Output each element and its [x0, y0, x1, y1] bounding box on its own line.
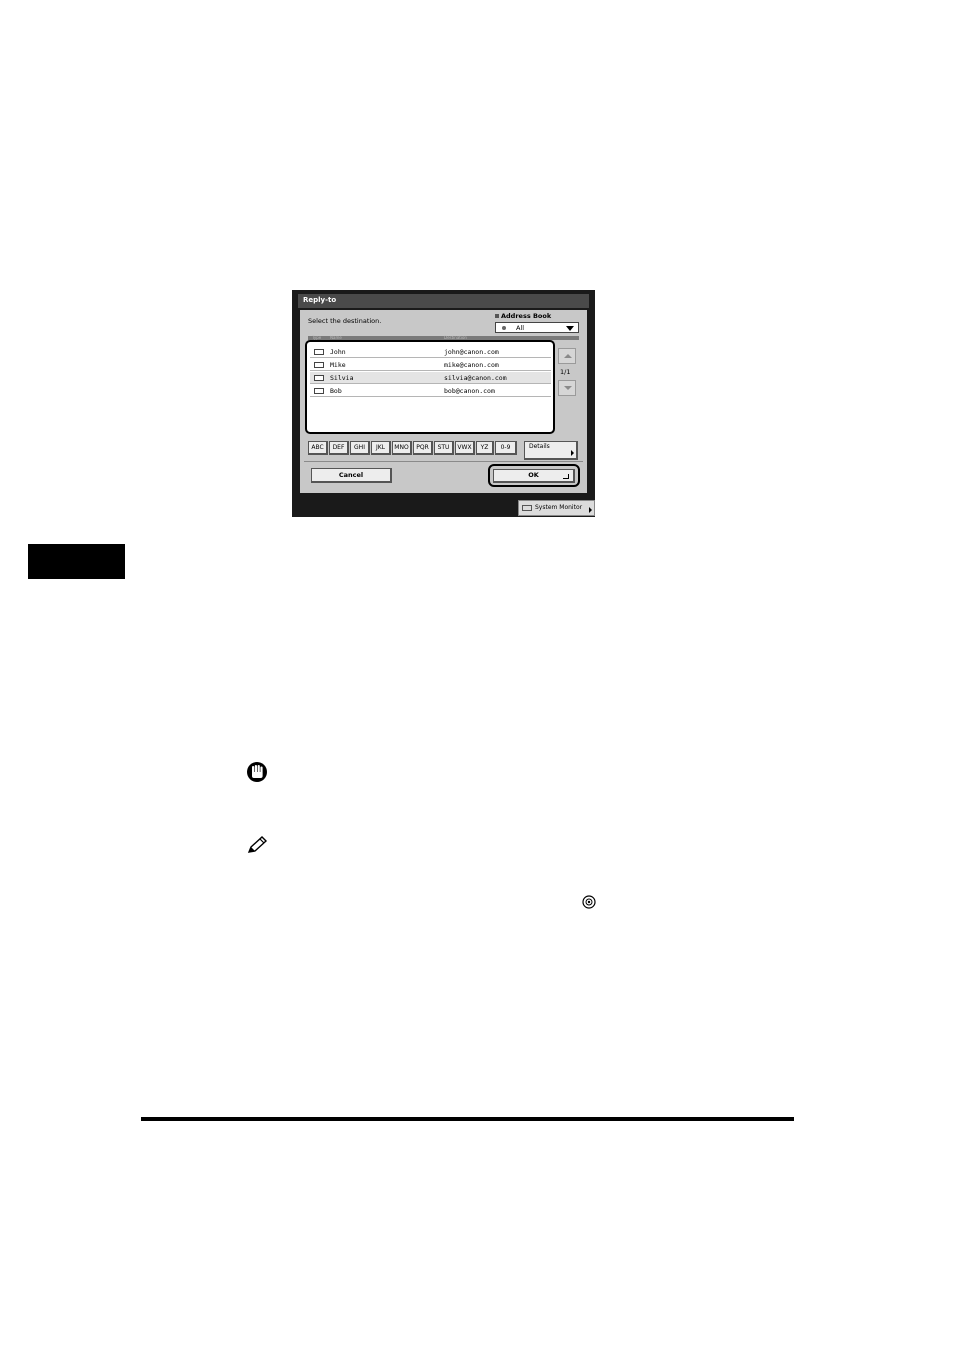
alpha-button-yz[interactable]: YZ — [476, 441, 494, 455]
email-icon — [314, 362, 324, 368]
entry-address: john@canon.com — [444, 348, 499, 356]
square-bullet-icon — [495, 314, 499, 318]
footer-rule — [141, 1117, 794, 1121]
page-indicator: 1/1 — [560, 368, 571, 376]
alpha-button-abc[interactable]: ABC — [308, 441, 328, 455]
entry-name: Mike — [330, 361, 346, 369]
hand-stop-icon — [247, 762, 267, 782]
list-item[interactable]: Bob bob@canon.com — [310, 385, 551, 397]
list-item[interactable]: John john@canon.com — [310, 346, 551, 358]
arrow-right-icon — [589, 507, 592, 513]
divider — [304, 461, 583, 462]
details-label: Details — [529, 443, 550, 450]
entry-name: John — [330, 348, 346, 356]
ok-button-highlight: OK — [488, 464, 580, 487]
alpha-button-0-9[interactable]: 0-9 — [495, 441, 517, 455]
chapter-tab — [28, 544, 125, 579]
screenshot-panel: Reply-to Select the destination. Address… — [292, 290, 595, 517]
enter-icon — [563, 474, 569, 479]
instruction-text: Select the destination. — [308, 317, 382, 325]
arrow-up-icon — [564, 354, 572, 358]
email-icon — [314, 349, 324, 355]
ok-button[interactable]: OK — [493, 469, 575, 483]
list-item[interactable]: Silvia silvia@canon.com — [310, 372, 551, 384]
dialog-titlebar: Reply-to — [298, 294, 589, 308]
details-button[interactable]: Details — [524, 441, 578, 460]
bullet-icon — [502, 326, 506, 330]
alpha-button-mno[interactable]: MNO — [392, 441, 412, 455]
alpha-button-ghi[interactable]: GHI — [350, 441, 370, 455]
address-book-label: Address Book — [495, 312, 551, 320]
list-item[interactable]: Mike mike@canon.com — [310, 359, 551, 371]
alpha-button-def[interactable]: DEF — [329, 441, 349, 455]
ok-label: OK — [528, 471, 539, 479]
system-monitor-label: System Monitor — [535, 504, 583, 511]
address-book-select[interactable]: All — [495, 322, 579, 333]
email-icon — [314, 375, 324, 381]
email-icon — [314, 388, 324, 394]
destination-list: John john@canon.com Mike mike@canon.com … — [305, 340, 555, 434]
arrow-right-icon — [571, 450, 574, 456]
entry-name: Silvia — [330, 374, 354, 382]
key-icon — [582, 895, 596, 909]
reply-to-dialog: Select the destination. Address Book All… — [300, 310, 587, 493]
dialog-title: Reply-to — [303, 296, 337, 304]
entry-address: mike@canon.com — [444, 361, 499, 369]
cancel-button[interactable]: Cancel — [311, 468, 392, 483]
alpha-button-pqr[interactable]: PQR — [413, 441, 433, 455]
entry-address: silvia@canon.com — [444, 374, 507, 382]
arrow-down-icon — [564, 386, 572, 390]
scroll-up-button[interactable] — [558, 348, 576, 364]
chevron-down-icon — [566, 326, 574, 331]
address-book-selected: All — [516, 324, 525, 332]
entry-name: Bob — [330, 387, 342, 395]
pencil-icon — [247, 836, 268, 853]
entry-address: bob@canon.com — [444, 387, 495, 395]
scroll-down-button[interactable] — [558, 380, 576, 396]
alpha-button-stu[interactable]: STU — [434, 441, 454, 455]
system-monitor-button[interactable]: System Monitor — [518, 500, 595, 516]
alpha-button-jkl[interactable]: JKL — [371, 441, 391, 455]
monitor-icon — [522, 505, 532, 511]
alpha-button-vwx[interactable]: VWX — [455, 441, 475, 455]
